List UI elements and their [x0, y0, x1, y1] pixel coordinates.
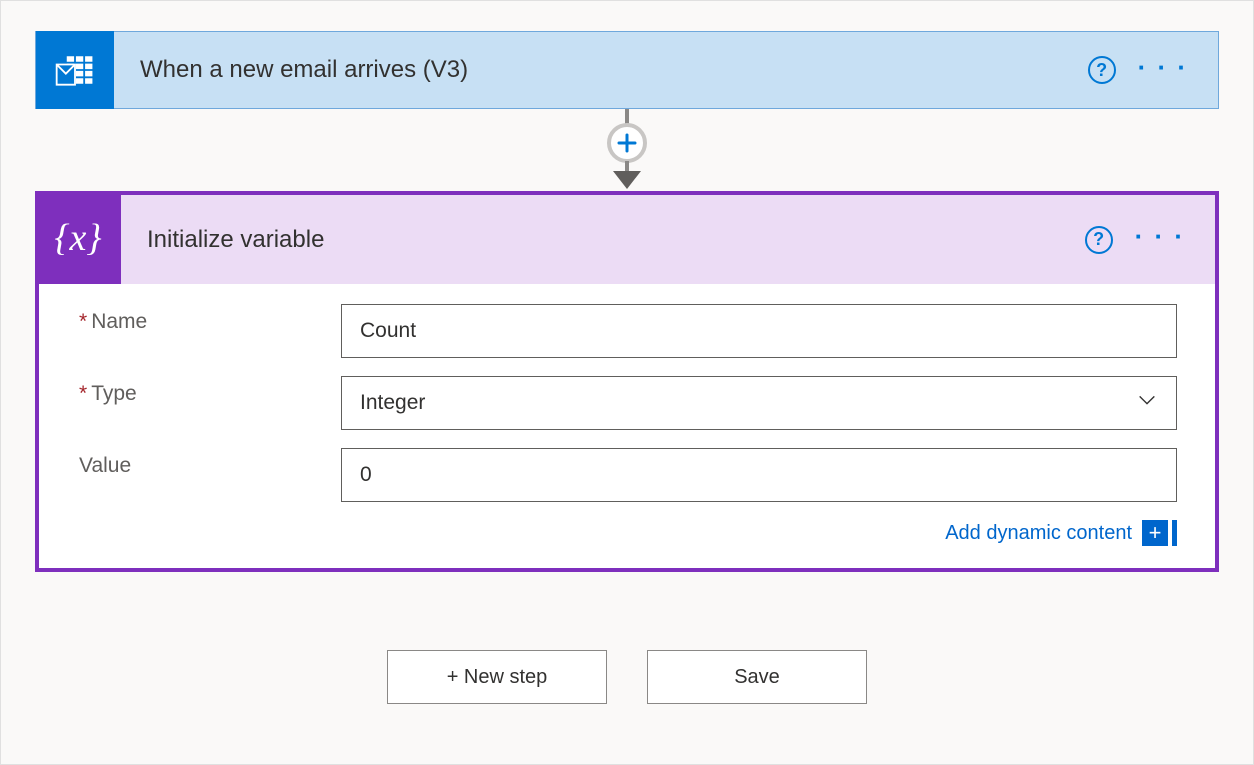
connector	[35, 109, 1219, 191]
more-icon[interactable]: · · ·	[1138, 52, 1218, 89]
help-icon[interactable]: ?	[1088, 56, 1116, 84]
type-value: Integer	[360, 391, 425, 415]
flow-canvas: When a new email arrives (V3) ? · · · {x…	[0, 0, 1254, 765]
action-body: *Name *Type Integer	[39, 284, 1215, 568]
action-header[interactable]: {x} Initialize variable ? · · ·	[39, 195, 1215, 284]
chevron-down-icon	[1136, 389, 1158, 417]
insert-step-button[interactable]	[607, 123, 647, 163]
field-row-type: *Type Integer	[79, 376, 1177, 430]
variable-icon: {x}	[35, 191, 121, 284]
footer-buttons: + New step Save	[35, 650, 1219, 704]
action-title: Initialize variable	[121, 226, 1085, 254]
add-dynamic-content-link[interactable]: Add dynamic content	[945, 522, 1132, 545]
outlook-icon	[36, 31, 114, 109]
dynamic-content-row: Add dynamic content +	[79, 520, 1177, 546]
required-mark: *	[79, 382, 87, 405]
name-input[interactable]	[341, 304, 1177, 358]
name-label: *Name	[79, 304, 341, 334]
type-select[interactable]: Integer	[341, 376, 1177, 430]
value-label: Value	[79, 448, 341, 478]
more-icon[interactable]: · · ·	[1135, 221, 1215, 258]
save-button[interactable]: Save	[647, 650, 867, 704]
type-label: *Type	[79, 376, 341, 406]
new-step-button[interactable]: + New step	[387, 650, 607, 704]
arrow-down-icon	[613, 171, 641, 189]
field-row-name: *Name	[79, 304, 1177, 358]
field-row-value: Value	[79, 448, 1177, 502]
trigger-card[interactable]: When a new email arrives (V3) ? · · ·	[35, 31, 1219, 109]
required-mark: *	[79, 310, 87, 333]
plus-icon[interactable]: +	[1142, 520, 1168, 546]
help-icon[interactable]: ?	[1085, 226, 1113, 254]
expression-tab-icon[interactable]	[1172, 520, 1177, 546]
value-input[interactable]	[341, 448, 1177, 502]
trigger-title: When a new email arrives (V3)	[114, 56, 1088, 84]
action-card: {x} Initialize variable ? · · · *Name *T…	[35, 191, 1219, 572]
